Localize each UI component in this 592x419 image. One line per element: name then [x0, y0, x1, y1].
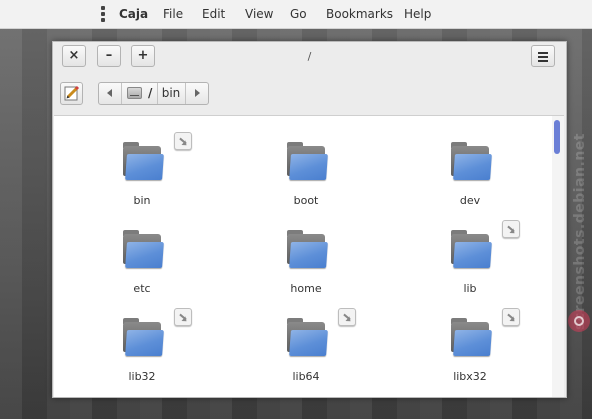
path-bar: / bin	[98, 82, 209, 105]
symlink-arrow-icon	[502, 220, 520, 238]
file-item-bin[interactable]: bin	[82, 122, 202, 207]
file-item-label: lib32	[128, 370, 156, 383]
path-segment-current[interactable]: bin	[158, 83, 184, 104]
path-root-label: /	[148, 86, 153, 100]
top-menubar: Caja File Edit View Go Bookmarks Help	[0, 0, 592, 29]
symlink-arrow-icon	[174, 132, 192, 150]
window-menu-button[interactable]	[531, 45, 555, 67]
symlink-arrow-icon	[174, 308, 192, 326]
edit-location-button[interactable]	[60, 82, 83, 105]
file-item-lib32[interactable]: lib32	[82, 298, 202, 383]
file-item-lib[interactable]: lib	[410, 210, 530, 295]
file-item-label: lib64	[292, 370, 320, 383]
file-item-label: bin	[133, 194, 151, 207]
file-item-label: dev	[459, 194, 481, 207]
file-manager-window: × – + / / bin bin boot dev etc home lib …	[52, 41, 567, 398]
file-item-label: home	[290, 282, 322, 295]
file-item-home[interactable]: home	[246, 210, 366, 295]
folder-icon	[287, 318, 328, 356]
path-forward-button[interactable]	[186, 83, 208, 104]
file-item-libx32[interactable]: libx32	[410, 298, 530, 383]
menu-help[interactable]: Help	[404, 7, 431, 21]
pencil-icon	[64, 85, 80, 101]
menu-bookmarks[interactable]: Bookmarks	[326, 7, 393, 21]
menubar-grip-icon[interactable]	[101, 6, 105, 24]
folder-icon	[123, 142, 164, 180]
file-item-label: boot	[293, 194, 319, 207]
app-name[interactable]: Caja	[119, 7, 148, 21]
menu-file[interactable]: File	[163, 7, 183, 21]
hamburger-icon	[538, 52, 548, 64]
folder-icon	[287, 142, 328, 180]
file-item-dev[interactable]: dev	[410, 122, 530, 207]
folder-icon	[451, 318, 492, 356]
folder-icon	[123, 318, 164, 356]
file-item-label: lib	[463, 282, 477, 295]
symlink-arrow-icon	[338, 308, 356, 326]
folder-icon	[451, 230, 492, 268]
window-title: /	[307, 50, 312, 63]
toolbar: / bin	[53, 76, 566, 112]
folder-icon	[451, 142, 492, 180]
path-back-button[interactable]	[99, 83, 121, 104]
file-item-label: libx32	[453, 370, 487, 383]
menu-view[interactable]: View	[245, 7, 273, 21]
file-item-etc[interactable]: etc	[82, 210, 202, 295]
chevron-right-icon	[195, 89, 200, 97]
folder-icon	[123, 230, 164, 268]
watermark-logo	[568, 310, 590, 332]
chevron-left-icon	[107, 89, 112, 97]
vertical-scrollbar[interactable]	[552, 116, 564, 397]
path-root-button[interactable]: /	[122, 83, 157, 104]
drive-icon	[127, 87, 142, 99]
file-item-label: etc	[133, 282, 151, 295]
menu-edit[interactable]: Edit	[202, 7, 225, 21]
file-item-lib64[interactable]: lib64	[246, 298, 366, 383]
watermark-text: screenshots.debian.net	[572, 133, 588, 330]
symlink-arrow-icon	[502, 308, 520, 326]
scrollbar-thumb[interactable]	[554, 120, 560, 154]
titlebar[interactable]: × – + /	[53, 42, 566, 72]
file-item-boot[interactable]: boot	[246, 122, 366, 207]
file-icon-view[interactable]: bin boot dev etc home lib lib32 lib64 libx32	[54, 115, 564, 397]
folder-icon	[287, 230, 328, 268]
menu-go[interactable]: Go	[290, 7, 307, 21]
